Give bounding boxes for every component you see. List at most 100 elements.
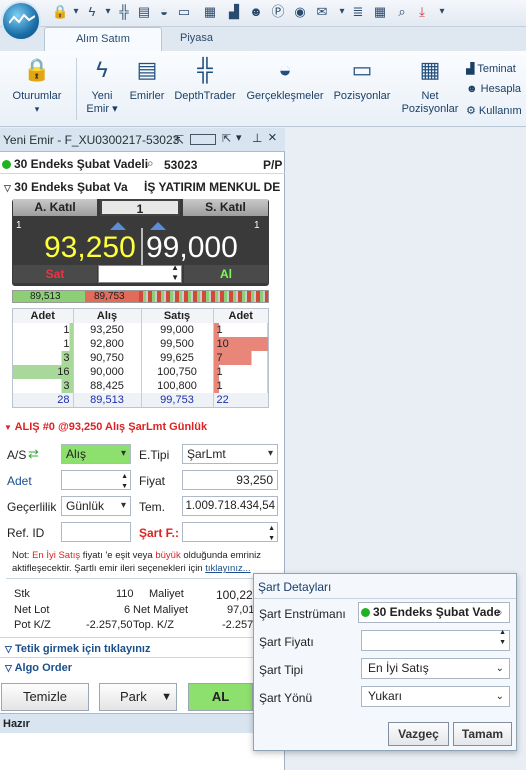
folder-icon[interactable]: ▭ — [176, 3, 192, 21]
app-logo[interactable] — [1, 1, 41, 41]
lightning-icon[interactable]: ϟ — [84, 3, 100, 21]
window-icon[interactable] — [190, 134, 216, 145]
qty-stepper[interactable]: ▲ ▼ — [98, 263, 182, 283]
lock-icon[interactable]: 🔒 — [52, 3, 68, 21]
ask-price-cell[interactable]: 100,750 — [140, 365, 213, 379]
account-number[interactable]: 53023 — [164, 158, 197, 172]
sessions-label: Oturumlar — [12, 90, 62, 102]
cond-type-select[interactable]: En İyi Satış ⌄ — [361, 658, 510, 679]
ref-id-field[interactable] — [61, 522, 131, 542]
download-icon[interactable]: ⤓ — [414, 3, 430, 21]
depth-icon[interactable]: ╬ — [116, 3, 132, 21]
buy-submit-button[interactable]: AL — [188, 683, 253, 711]
search-icon[interactable]: ⌕ — [496, 605, 503, 620]
dropdown-arrow-icon[interactable]: ▾ — [334, 3, 350, 21]
search-icon[interactable]: ⌕ — [147, 156, 154, 171]
cancel-button[interactable]: Vazgeç — [388, 722, 449, 746]
lot-multiplier[interactable]: 1 — [100, 199, 180, 216]
collateral-item[interactable]: ▟ Teminat — [466, 62, 526, 75]
pin-icon[interactable]: ⊥ — [252, 131, 262, 145]
ask-price-cell[interactable]: 99,625 — [140, 351, 213, 365]
up-arrow-icon[interactable] — [150, 222, 166, 230]
p-circle-icon[interactable]: Ⓟ — [270, 3, 286, 21]
depthtrader-button[interactable]: ╬ DepthTrader — [172, 56, 238, 103]
tab-trading-tools[interactable]: Alım Satım Araçları — [44, 27, 162, 67]
condition-field[interactable]: ▲ ▼ — [182, 522, 278, 542]
chart-icon[interactable]: ▟ — [226, 3, 242, 21]
clipboard-icon[interactable]: ▤ — [136, 3, 152, 21]
sessions-button[interactable]: 🔒 Oturumlar ▾ — [8, 56, 66, 116]
expand-icon[interactable]: ▽ — [4, 183, 11, 193]
table-row[interactable]: 3 88,425 100,800 1 — [13, 379, 268, 393]
bid-price-cell[interactable]: 92,800 — [72, 337, 141, 351]
buy-join-button[interactable]: A. Katıl — [13, 199, 97, 216]
table-row[interactable]: 1 93,250 99,000 1 — [13, 323, 268, 337]
stepper-up-icon[interactable]: ▲ — [171, 263, 179, 272]
export-icon[interactable]: ⇱ — [174, 133, 184, 147]
collateral-label: Tem. — [139, 500, 166, 514]
dropdown-arrow-icon[interactable]: ▾ — [236, 131, 242, 144]
orders-button[interactable]: ▤ Emirler — [126, 56, 168, 103]
stepper-down-icon[interactable]: ▼ — [171, 273, 179, 282]
instrument-name[interactable]: 30 Endeks Şubat Vadeli — [14, 157, 148, 171]
ask-price-cell[interactable]: 99,500 — [140, 337, 213, 351]
users-icon[interactable]: ☻ — [248, 3, 264, 21]
globe-icon[interactable]: ◉ — [292, 3, 308, 21]
dropdown-arrow-icon[interactable]: ▾ — [434, 3, 450, 21]
bid-price-cell[interactable]: 90,000 — [72, 365, 141, 379]
table-row[interactable]: 16 90,000 100,750 1 — [13, 365, 268, 379]
calculator-icon[interactable]: ▦ — [202, 3, 218, 21]
new-order-button[interactable]: ϟ Yeni Emir ▾ — [82, 56, 122, 116]
table-row[interactable]: 1 92,800 99,500 10 — [13, 337, 268, 351]
clipboard-icon: ▤ — [136, 57, 158, 82]
clear-button[interactable]: Temizle — [1, 683, 89, 711]
net-positions-button[interactable]: ▦ Net Pozisyonlar — [398, 56, 462, 116]
cond-instrument-field[interactable]: 30 Endeks Şubat Vade — [358, 602, 510, 623]
bid-price-cell[interactable]: 90,750 — [72, 351, 141, 365]
list-icon[interactable]: ≣ — [350, 3, 366, 21]
mail-icon[interactable]: ✉ — [314, 3, 330, 21]
executions-button[interactable]: ◒ Gerçekleşmeler — [244, 56, 326, 103]
handshake-icon[interactable]: ◒ — [156, 3, 172, 21]
usage-item[interactable]: ⚙ Kullanım — [466, 104, 526, 117]
panel-title: Yeni Emir - F_XU0300217-53023 — [0, 128, 285, 152]
chevron-down-icon: ▽ — [5, 644, 12, 654]
tab-market[interactable]: Piyasa — [168, 27, 225, 51]
cond-price-stepper[interactable]: ▲ ▼ — [361, 629, 510, 651]
side-select[interactable]: Alış — [61, 444, 131, 464]
positions-button[interactable]: ▭ Pozisyonlar — [330, 56, 394, 103]
close-icon[interactable]: × — [268, 129, 277, 146]
sell-button[interactable]: Sat — [13, 265, 97, 283]
algo-order-link[interactable]: ▽ Algo Order — [5, 662, 72, 674]
ask-price[interactable]: 99,000 — [146, 231, 238, 265]
cond-direction-select[interactable]: Yukarı ⌄ — [361, 686, 510, 707]
swap-icon[interactable]: ⇄ — [28, 446, 39, 462]
advanced-options-link[interactable]: tıklayınız... — [205, 563, 250, 574]
park-button[interactable]: Park ▼ — [99, 683, 177, 711]
chevron-down-icon: ⌄ — [495, 663, 504, 674]
net-cost-label: Net Maliyet — [133, 604, 189, 616]
ask-price-cell[interactable]: 100,800 — [140, 379, 213, 393]
dropdown-arrow-icon[interactable]: ▾ — [68, 3, 84, 21]
ask-price-cell[interactable]: 99,000 — [140, 323, 213, 337]
up-arrow-icon[interactable] — [110, 222, 126, 230]
bid-price-cell[interactable]: 93,250 — [72, 323, 141, 337]
ok-button[interactable]: Tamam — [453, 722, 512, 746]
grid-icon[interactable]: ▦ — [372, 3, 388, 21]
bid-price-cell[interactable]: 88,425 — [72, 379, 141, 393]
trigger-link[interactable]: ▽ Tetik girmek için tıklayınız — [5, 643, 151, 655]
sell-join-button[interactable]: S. Katıl — [183, 199, 268, 216]
bid-price[interactable]: 93,250 — [44, 231, 136, 265]
collapse-icon[interactable]: ⇱ — [222, 132, 231, 145]
price-field[interactable]: 93,250 — [182, 470, 278, 490]
validity-select[interactable]: Günlük — [61, 496, 131, 516]
dropdown-arrow-icon[interactable]: ▾ — [100, 3, 116, 21]
order-summary[interactable]: ▼ ALIŞ #0 @93,250 Alış ŞarLmt Günlük — [4, 421, 207, 433]
as-label: A/S — [7, 448, 27, 462]
accounts-item[interactable]: ☻ Hesapla — [466, 83, 526, 95]
quantity-stepper[interactable]: ▲ ▼ — [61, 470, 131, 490]
table-row[interactable]: 3 90,750 99,625 7 — [13, 351, 268, 365]
search-icon[interactable]: ⌕ — [394, 3, 410, 21]
buy-button[interactable]: Al — [184, 265, 268, 283]
order-type-select[interactable]: ŞarLmt — [182, 444, 278, 464]
